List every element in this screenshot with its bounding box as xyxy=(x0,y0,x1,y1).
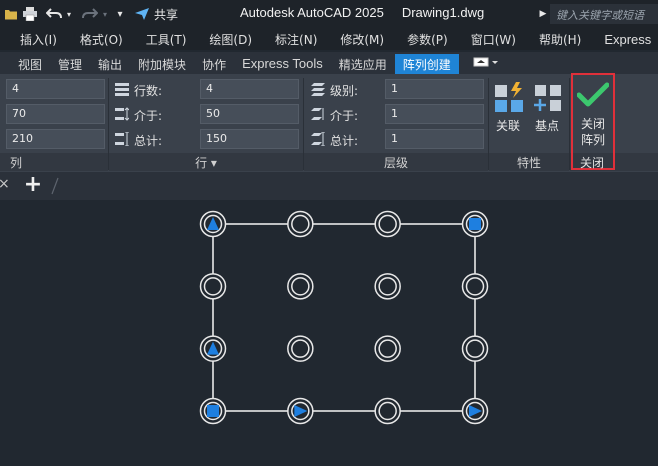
rows-panel-title[interactable]: 行 ▾ xyxy=(109,153,303,171)
tab-collaborate[interactable]: 协作 xyxy=(194,54,234,74)
menu-modify[interactable]: 修改(M) xyxy=(340,31,384,48)
menu-dimension[interactable]: 标注(N) xyxy=(275,31,317,48)
columns-spacing-field[interactable]: 70 xyxy=(6,104,105,124)
send-icon xyxy=(135,8,149,20)
columns-panel-title: 列 xyxy=(0,153,108,171)
tab-separator xyxy=(51,177,59,195)
undo-icon[interactable] xyxy=(44,3,64,25)
menu-help[interactable]: 帮助(H) xyxy=(539,31,581,48)
corner-grip[interactable] xyxy=(469,218,481,230)
levels-total-field[interactable]: 1 xyxy=(385,129,484,149)
base-point-button[interactable]: 基点 xyxy=(530,80,566,140)
tab-express-tools[interactable]: Express Tools xyxy=(234,54,331,74)
tab-manage[interactable]: 管理 xyxy=(50,54,90,74)
document-tab-strip: × + xyxy=(0,172,658,200)
levels-count-field[interactable]: 1 xyxy=(385,79,484,99)
ribbon-minimize-button[interactable] xyxy=(459,54,505,74)
properties-panel-title: 特性 xyxy=(489,153,569,171)
level-total-icon xyxy=(311,132,325,146)
rows-spacing-field[interactable]: 50 xyxy=(200,104,299,124)
row-spacing-icon xyxy=(115,107,129,121)
search-input[interactable]: 键入关键字或短语 xyxy=(550,4,658,24)
base-point-grip[interactable] xyxy=(207,405,219,417)
row-total-icon xyxy=(115,132,129,146)
menu-draw[interactable]: 绘图(D) xyxy=(209,31,252,48)
tab-addins[interactable]: 附加模块 xyxy=(130,54,194,74)
associative-button[interactable]: 关联 xyxy=(492,80,528,140)
redo-dropdown-icon[interactable]: ▾ xyxy=(100,3,110,25)
menu-bar: 插入(I) 格式(O) 工具(T) 绘图(D) 标注(N) 修改(M) 参数(P… xyxy=(0,28,658,50)
title-bar: ▾ ▾ ▾ 共享 Autodesk AutoCAD 2025 Drawing1.d… xyxy=(0,0,658,28)
columns-total-field[interactable]: 210 xyxy=(6,129,105,149)
associative-label: 关联 xyxy=(496,119,521,133)
menu-tools[interactable]: 工具(T) xyxy=(146,31,187,48)
search-expand-icon[interactable]: ▶ xyxy=(538,3,548,25)
rows-count-field[interactable]: 4 xyxy=(200,79,299,99)
redo-icon[interactable] xyxy=(80,3,100,25)
row-total-label: 总计: xyxy=(134,134,163,148)
menu-format[interactable]: 格式(O) xyxy=(80,31,123,48)
array-grips xyxy=(207,217,482,417)
level-count-icon xyxy=(311,83,325,96)
close-array-label-line1: 关闭 xyxy=(581,117,606,131)
checkmark-icon xyxy=(577,82,609,107)
level-spacing-icon xyxy=(311,108,324,120)
ribbon-toggle-icon xyxy=(473,57,498,67)
array-drawing xyxy=(199,210,489,425)
new-tab-button[interactable]: + xyxy=(22,173,44,197)
level-spacing-label: 介于: xyxy=(330,109,359,123)
level-count-label: 级别: xyxy=(330,84,359,98)
columns-count-field[interactable]: 4 xyxy=(6,79,105,99)
window-title: Autodesk AutoCAD 2025 Drawing1.dwg xyxy=(240,5,484,20)
row-count-icon xyxy=(115,83,129,96)
share-button[interactable]: 共享 xyxy=(134,3,190,25)
document-title: Drawing1.dwg xyxy=(401,5,485,20)
tab-array-creation[interactable]: 阵列创建 xyxy=(394,54,459,74)
close-panel-title: 关闭 xyxy=(580,156,605,170)
levels-panel-title: 层级 xyxy=(304,153,488,171)
row-spacing-label: 介于: xyxy=(134,109,163,123)
menu-insert[interactable]: 插入(I) xyxy=(20,31,57,48)
menu-express[interactable]: Express xyxy=(604,32,651,47)
base-point-icon xyxy=(534,85,561,111)
menu-window[interactable]: 窗口(W) xyxy=(471,31,516,48)
tab-view[interactable]: 视图 xyxy=(10,54,50,74)
levels-spacing-field[interactable]: 1 xyxy=(385,104,484,124)
print-icon[interactable] xyxy=(20,3,40,25)
base-point-label: 基点 xyxy=(535,119,560,133)
tab-output[interactable]: 输出 xyxy=(90,54,130,74)
menu-parametric[interactable]: 参数(P) xyxy=(407,31,448,48)
undo-dropdown-icon[interactable]: ▾ xyxy=(64,3,74,25)
array-circles xyxy=(199,210,489,425)
drawing-canvas[interactable] xyxy=(0,200,658,466)
associative-icon xyxy=(495,82,523,112)
close-array-button[interactable]: 关闭 阵列 xyxy=(574,78,612,150)
level-total-label: 总计: xyxy=(330,134,359,148)
rows-total-field[interactable]: 150 xyxy=(200,129,299,149)
open-icon[interactable] xyxy=(2,3,20,25)
array-boundary xyxy=(212,223,476,412)
tab-featured-apps[interactable]: 精选应用 xyxy=(331,54,395,74)
row-count-label: 行数: xyxy=(134,84,163,98)
close-array-label-line2: 阵列 xyxy=(581,133,606,147)
close-tab-icon[interactable]: × xyxy=(0,176,10,194)
ribbon-tab-bar: 视图 管理 输出 附加模块 协作 Express Tools 精选应用 阵列创建 xyxy=(0,52,658,74)
share-label: 共享 xyxy=(154,7,179,22)
app-title: Autodesk AutoCAD 2025 xyxy=(240,5,384,20)
customize-quick-access-icon[interactable]: ▾ xyxy=(113,3,127,25)
